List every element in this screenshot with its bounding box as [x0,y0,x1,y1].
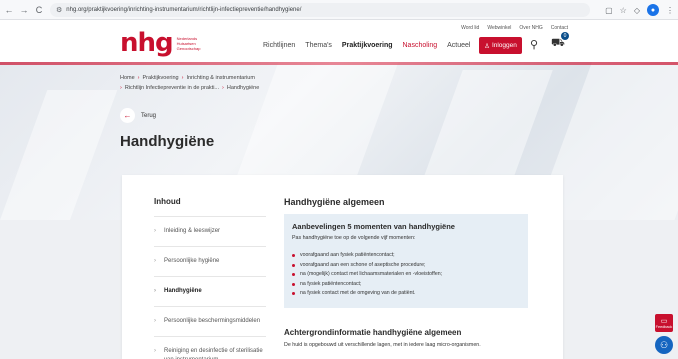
main-content: Handhygiëne algemeen Aanbevelingen 5 mom… [284,197,534,348]
chevron-right-icon: › [154,258,156,264]
body-text: De huid is opgebouwd uit verschillende l… [284,341,481,348]
breadcrumb-line-2: › Richtlijn Infectiepreventie in de prakt… [120,83,259,93]
user-icon: ♙ [484,42,490,50]
breadcrumb-richtlijn[interactable]: Richtlijn Infectiepreventie in de prakti… [125,85,219,91]
back-link[interactable]: ← Terug [120,108,156,123]
toc-item-label: Persoonlijke beschermingsmiddelen [164,318,261,324]
site-header: Word lid Webwinkel Over NHG Contact nhg … [0,20,678,62]
breadcrumb-inrichting[interactable]: Inrichting & instrumentarium [186,75,254,81]
logo-mark: nhg [120,28,174,58]
browser-toolbar: ← → C ⚙ nhg.org/praktijkvoering/inrichti… [0,0,678,20]
feedback-icon: ▭ [660,318,668,325]
back-arrow-icon[interactable]: ← [3,4,15,16]
chevron-right-icon: › [120,85,122,91]
profile-avatar-icon[interactable]: ● [647,4,659,16]
recommendations-box: Aanbevelingen 5 momenten van handhygiëne… [284,214,528,308]
address-bar[interactable]: ⚙ nhg.org/praktijkvoering/inrichting-ins… [50,3,590,17]
toc-item-inleiding[interactable]: › Inleiding & leeswijzer [154,217,266,247]
list-item: voorafgaand aan een schone of aseptische… [292,261,520,271]
reload-icon[interactable]: C [33,4,45,16]
top-link-webshop[interactable]: Webwinkel [487,25,511,31]
cart-count-badge: 0 [561,32,569,40]
list-item: na fysiek contact met de omgeving van de… [292,289,520,299]
logo-text: Nederlands Huisartsen Genootschap [176,35,201,51]
page-title: Handhygiëne [120,133,215,150]
toc-item-label: Persoonlijke hygiëne [164,258,220,264]
nav-nascholing[interactable]: Nascholing [403,42,438,49]
extensions-icon[interactable]: ◇ [634,6,640,15]
nav-praktijkvoering[interactable]: Praktijkvoering [342,42,393,49]
chevron-right-icon: › [154,228,156,234]
top-links: Word lid Webwinkel Over NHG Contact [461,25,568,31]
toc-item-reiniging[interactable]: › Reiniging en desinfectie of sterilisat… [154,337,266,359]
content-card: Inhoud › Inleiding & leeswijzer › Persoo… [122,175,563,359]
nav-themas[interactable]: Thema's [305,42,332,49]
arrow-left-icon: ← [120,108,135,123]
nav-richtlijnen[interactable]: Richtlijnen [263,42,295,49]
install-icon[interactable]: ▢ [605,6,613,15]
nav-actueel[interactable]: Actueel [447,42,470,49]
breadcrumb-praktijkvoering[interactable]: Praktijkvoering [143,75,179,81]
breadcrumb-line-1: Home › Praktijkvoering › Inrichting & instru… [120,73,259,83]
toc-item-handhygiene[interactable]: › Handhygiëne [154,277,266,307]
accessibility-icon[interactable]: ⚇ [655,336,673,354]
header-accent-line [0,62,678,65]
chevron-right-icon: › [222,85,224,91]
toc-item-persoonlijke-hygiene[interactable]: › Persoonlijke hygiëne [154,247,266,277]
section-heading: Handhygiëne algemeen [284,197,385,207]
bookmark-star-icon[interactable]: ☆ [620,6,627,15]
box-intro: Pas handhygiëne toe op de volgende vijf … [292,235,416,241]
toc-sidebar: Inhoud › Inleiding & leeswijzer › Persoo… [154,197,266,359]
top-link-contact[interactable]: Contact [551,25,568,31]
nhg-logo[interactable]: nhg Nederlands Huisartsen Genootschap [120,30,217,56]
menu-kebab-icon[interactable]: ⋮ [666,6,674,15]
login-button[interactable]: ♙ Inloggen [479,37,522,54]
moments-list: voorafgaand aan fysiek patiëntencontact;… [292,251,520,299]
chevron-right-icon: › [181,75,184,81]
box-title: Aanbevelingen 5 momenten van handhygiëne [292,222,455,231]
toc-item-beschermingsmiddelen[interactable]: › Persoonlijke beschermingsmiddelen [154,307,266,337]
chevron-right-icon: › [137,75,140,81]
subsection-heading: Achtergrondinformatie handhygiëne algeme… [284,327,462,337]
chevron-right-icon: › [154,348,156,354]
breadcrumb-current: Handhygiëne [226,85,260,91]
top-link-member[interactable]: Word lid [461,25,479,31]
toc-item-label: Reiniging en desinfectie of sterilisatie… [164,348,263,359]
forward-arrow-icon[interactable]: → [18,4,30,16]
toc-item-label: Inleiding & leeswijzer [164,228,221,234]
site-info-icon[interactable]: ⚙ [56,6,62,14]
toc-title: Inhoud [154,197,266,217]
main-nav: Richtlijnen Thema's Praktijkvoering Nasc… [263,42,471,49]
chevron-right-icon: › [154,318,156,324]
list-item: na (mogelijk) contact met lichaamsmateri… [292,270,520,280]
search-icon[interactable]: ⚲ [530,38,538,51]
list-item: na fysiek patiëntencontact; [292,280,520,290]
top-link-about[interactable]: Over NHG [519,25,542,31]
list-item: voorafgaand aan fysiek patiëntencontact; [292,251,520,261]
url-text: nhg.org/praktijkvoering/inrichting-instr… [66,7,302,13]
back-label: Terug [141,112,157,119]
feedback-button[interactable]: ▭ Feedback [655,314,673,332]
login-label: Inloggen [491,42,517,49]
breadcrumb-home[interactable]: Home [120,75,135,81]
chevron-right-icon: › [154,288,156,294]
breadcrumb: Home › Praktijkvoering › Inrichting & instru… [120,73,259,93]
toc-item-label: Handhygiëne [164,288,202,294]
feedback-label: Feedback [655,325,673,329]
